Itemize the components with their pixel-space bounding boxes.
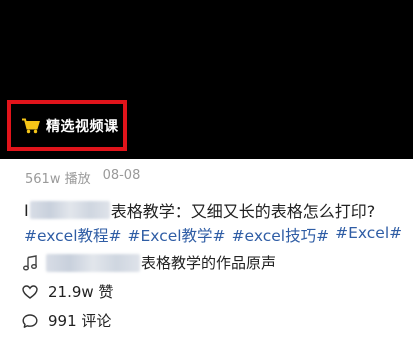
- hashtag[interactable]: #excel技巧#: [232, 224, 330, 246]
- play-count: 561w 播放: [25, 172, 91, 187]
- hashtag-list: #excel教程# #Excel教学# #excel技巧# #Excel#: [24, 224, 402, 246]
- original-sound-label: 表格教学的作品原声: [141, 254, 277, 272]
- redacted-author-name: [46, 253, 140, 272]
- video-title[interactable]: I 表格教学：又细又长的表格怎么打印?: [24, 198, 375, 222]
- redacted-author-name: [29, 201, 110, 219]
- comment-bubble-icon: [22, 313, 38, 328]
- like-count: 21.9w 赞: [48, 283, 114, 301]
- comments-row[interactable]: 991 评论: [22, 310, 111, 331]
- comment-count: 991 评论: [48, 312, 112, 330]
- featured-course-button[interactable]: 精选视频课: [7, 100, 127, 151]
- title-prefix: I: [24, 200, 29, 220]
- publish-date: 08-08: [102, 168, 141, 183]
- shopping-cart-icon: [22, 118, 40, 133]
- heart-icon: [22, 284, 38, 299]
- hashtag[interactable]: #excel教程#: [24, 224, 122, 246]
- video-thumbnail[interactable]: 精选视频课: [0, 0, 413, 159]
- video-meta: 561w 播放 08-08: [25, 168, 140, 187]
- hashtag[interactable]: #Excel教学#: [128, 224, 226, 246]
- title-text: 表格教学：又细又长的表格怎么打印?: [110, 202, 376, 221]
- original-sound[interactable]: 表格教学的作品原声: [22, 252, 276, 273]
- music-note-icon: [23, 254, 37, 270]
- likes-row[interactable]: 21.9w 赞: [22, 281, 113, 302]
- hashtag[interactable]: #Excel#: [335, 224, 402, 246]
- featured-course-label: 精选视频课: [46, 118, 119, 135]
